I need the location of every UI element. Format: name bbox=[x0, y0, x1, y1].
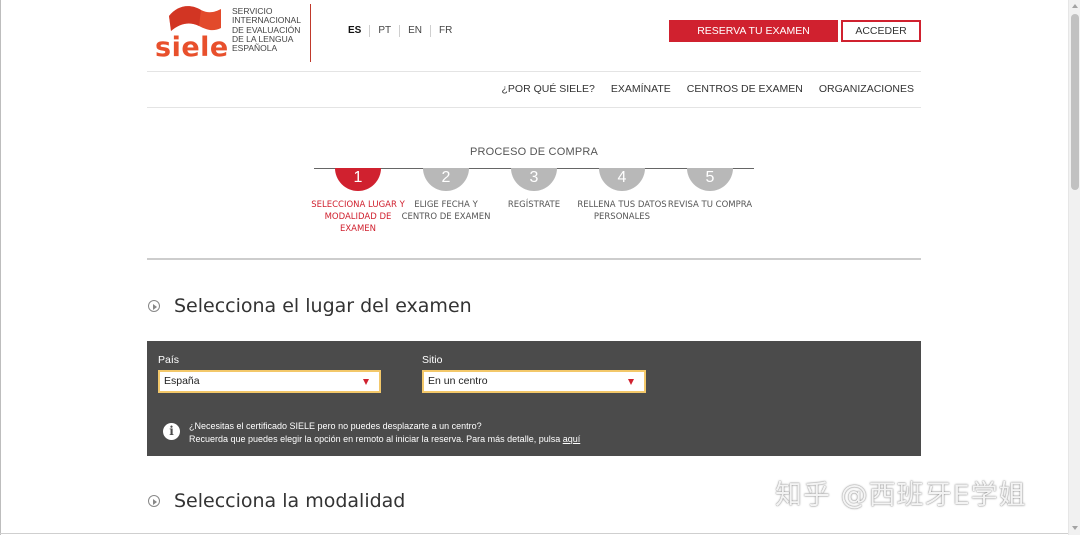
access-button[interactable]: ACCEDER bbox=[841, 20, 921, 42]
logo-wordmark: siele bbox=[155, 32, 229, 63]
watermark-text: 知乎 @西班牙E学姐 bbox=[775, 480, 1027, 511]
siele-logo[interactable]: siele SERVICIO INTERNACIONAL DE EVALUACI… bbox=[155, 4, 315, 63]
step-4: 4 RELLENA TUS DATOS PERSONALES bbox=[572, 168, 672, 223]
process-title: PROCESO DE COMPRA bbox=[469, 146, 599, 158]
step-number: 2 bbox=[423, 168, 469, 191]
country-select-value: España bbox=[164, 375, 200, 387]
logo-divider bbox=[310, 4, 311, 62]
step-label: RELLENA TUS DATOS PERSONALES bbox=[577, 200, 667, 222]
lang-fr[interactable]: FR bbox=[430, 25, 460, 37]
step-label: SELECCIONA LUGAR Y MODALIDAD DE EXAMEN bbox=[311, 200, 405, 234]
reserve-exam-button[interactable]: RESERVA TU EXAMEN bbox=[669, 20, 838, 42]
vertical-scrollbar[interactable] bbox=[1068, 0, 1080, 535]
bottom-border bbox=[0, 533, 1080, 534]
scroll-up-arrow-icon[interactable] bbox=[1072, 4, 1078, 8]
country-select[interactable]: España bbox=[158, 370, 381, 393]
step-number: 4 bbox=[599, 168, 645, 191]
modality-section-title: Selecciona la modalidad bbox=[174, 490, 406, 512]
info-icon: i bbox=[163, 423, 180, 440]
step-label: REGÍSTRATE bbox=[507, 200, 561, 210]
scrollbar-thumb[interactable] bbox=[1071, 14, 1079, 190]
step-label: ELIGE FECHA Y CENTRO DE EXAMEN bbox=[401, 200, 491, 222]
step-label: REVISA TU COMPRA bbox=[667, 200, 753, 210]
scroll-down-arrow-icon[interactable] bbox=[1072, 526, 1078, 530]
language-switcher: ES PT EN FR bbox=[340, 25, 460, 37]
dropdown-arrow-icon bbox=[363, 379, 369, 385]
step-3: 3 REGÍSTRATE bbox=[484, 168, 584, 211]
country-label: País bbox=[158, 354, 180, 366]
info-line-2-text: Recuerda que puedes elegir la opción en … bbox=[189, 433, 563, 444]
logo-desc-line: ESPAÑOLA bbox=[232, 43, 278, 54]
modality-section-header: Selecciona la modalidad bbox=[148, 490, 405, 512]
logo-description: SERVICIO INTERNACIONAL DE EVALUACIÓN DE … bbox=[232, 6, 312, 54]
step-number: 1 bbox=[335, 168, 381, 191]
lang-es[interactable]: ES bbox=[340, 25, 369, 37]
step-1: 1 SELECCIONA LUGAR Y MODALIDAD DE EXAMEN bbox=[308, 168, 408, 235]
play-circle-icon bbox=[148, 495, 160, 507]
site-select[interactable]: En un centro bbox=[422, 370, 646, 393]
header-divider bbox=[147, 71, 921, 72]
remote-info-text: ¿Necesitas el certificado SIELE pero no … bbox=[189, 420, 580, 445]
play-circle-icon bbox=[148, 300, 160, 312]
step-2: 2 ELIGE FECHA Y CENTRO DE EXAMEN bbox=[396, 168, 496, 223]
site-label: Sitio bbox=[422, 354, 443, 366]
nav-item-examinate[interactable]: EXAMÍNATE bbox=[611, 83, 671, 95]
flag-logo-icon bbox=[169, 6, 221, 31]
lang-en[interactable]: EN bbox=[399, 25, 430, 37]
nav-item-organizations[interactable]: ORGANIZACIONES bbox=[819, 83, 914, 95]
left-border bbox=[0, 0, 1, 535]
info-here-link[interactable]: aquí bbox=[563, 434, 581, 444]
location-section-header: Selecciona el lugar del examen bbox=[148, 295, 472, 317]
location-panel: País España Sitio En un centro i ¿Necesi… bbox=[147, 341, 921, 456]
step-5: 5 REVISA TU COMPRA bbox=[660, 168, 760, 211]
nav-item-why-siele[interactable]: ¿POR QUÉ SIELE? bbox=[502, 83, 595, 95]
dropdown-arrow-icon bbox=[628, 379, 634, 385]
lang-pt[interactable]: PT bbox=[369, 25, 399, 37]
info-line-2: Recuerda que puedes elegir la opción en … bbox=[189, 433, 580, 446]
step-number: 5 bbox=[687, 168, 733, 191]
nav-divider bbox=[147, 107, 921, 108]
step-number: 3 bbox=[511, 168, 557, 191]
progress-divider bbox=[147, 258, 921, 260]
site-select-value: En un centro bbox=[428, 375, 488, 387]
info-line-1: ¿Necesitas el certificado SIELE pero no … bbox=[189, 421, 482, 431]
main-nav: ¿POR QUÉ SIELE? EXAMÍNATE CENTROS DE EXA… bbox=[502, 83, 915, 95]
nav-item-exam-centers[interactable]: CENTROS DE EXAMEN bbox=[687, 83, 803, 95]
location-section-title: Selecciona el lugar del examen bbox=[174, 295, 472, 317]
